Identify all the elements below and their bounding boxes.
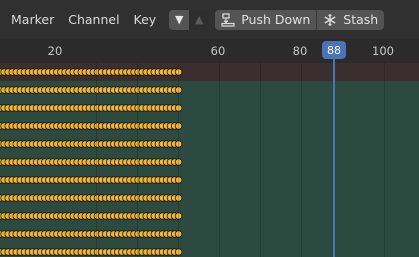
stash-button[interactable]: Stash xyxy=(316,9,384,30)
dopesheet-header: Marker Channel Key ▼ ▲ Push Down Stash xyxy=(0,0,419,39)
frame-ruler[interactable]: 20 60 80 100 xyxy=(0,39,419,63)
keyframe-strip xyxy=(0,68,183,76)
summary-track-row[interactable] xyxy=(0,63,419,81)
channel-track-row[interactable] xyxy=(0,153,419,171)
filter-toggle-group: ▼ ▲ xyxy=(169,9,210,30)
keyframe-strip xyxy=(0,158,183,166)
gridline xyxy=(96,63,97,257)
gridline xyxy=(178,63,179,257)
channel-track-row[interactable] xyxy=(0,189,419,207)
gridline xyxy=(260,63,261,257)
stash-label: Stash xyxy=(343,12,379,27)
keyframe-strip xyxy=(0,248,183,256)
filter-up-icon[interactable]: ▲ xyxy=(189,9,210,30)
stash-icon xyxy=(324,13,336,26)
channel-track-row[interactable] xyxy=(0,81,419,99)
gridline xyxy=(301,63,302,257)
keyframe-strip xyxy=(0,104,183,112)
push-down-label: Push Down xyxy=(241,12,311,27)
action-tool-group: Push Down Stash xyxy=(215,9,385,30)
channel-track-row[interactable] xyxy=(0,225,419,243)
menu-marker[interactable]: Marker xyxy=(4,12,61,27)
menu-key[interactable]: Key xyxy=(127,12,164,27)
keyframe-strip xyxy=(0,86,183,94)
menu-channel[interactable]: Channel xyxy=(61,12,126,27)
gridline xyxy=(384,63,385,257)
channel-track-row[interactable] xyxy=(0,99,419,117)
keyframe-tracks[interactable] xyxy=(0,63,419,257)
push-down-button[interactable]: Push Down xyxy=(215,10,316,30)
gridline xyxy=(219,63,220,257)
keyframe-strip xyxy=(0,194,183,202)
channel-track-row[interactable] xyxy=(0,135,419,153)
keyframe-strip xyxy=(0,212,183,220)
keyframe-strip xyxy=(0,230,183,238)
ruler-label-60: 60 xyxy=(210,44,226,58)
filter-down-icon[interactable]: ▼ xyxy=(169,9,190,30)
ruler-label-20: 20 xyxy=(47,44,63,58)
gridline xyxy=(137,63,138,257)
ruler-label-80: 80 xyxy=(292,44,308,58)
channel-track-row[interactable] xyxy=(0,171,419,189)
keyframe-strip xyxy=(0,176,183,184)
playhead-line[interactable] xyxy=(333,59,335,257)
ruler-label-100: 100 xyxy=(372,44,394,58)
push-down-icon xyxy=(221,12,235,27)
channel-track-row[interactable] xyxy=(0,117,419,135)
keyframe-strip xyxy=(0,140,183,148)
channel-track-row[interactable] xyxy=(0,207,419,225)
channel-track-row[interactable] xyxy=(0,243,419,257)
current-frame-indicator[interactable]: 88 xyxy=(322,41,346,59)
keyframe-strip xyxy=(0,122,183,130)
